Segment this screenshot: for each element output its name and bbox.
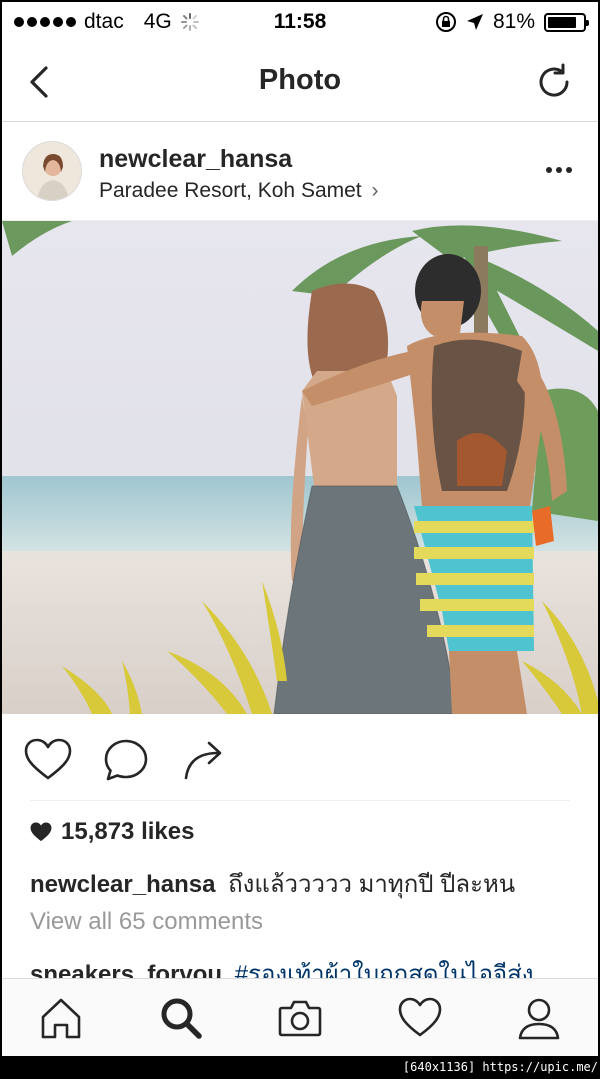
watermark: [640x1136] https://upic.me/ [402, 1060, 598, 1074]
comment-bubble-icon[interactable] [102, 738, 150, 782]
page-title: Photo [258, 64, 342, 96]
location-chevron-icon: › [371, 179, 379, 202]
location-label: Paradee Resort, Koh Samet [99, 179, 362, 202]
activity-heart-icon[interactable] [397, 995, 443, 1041]
rotation-lock-icon [435, 12, 456, 32]
post-caption: newclear_hansa ถึงแล้ววววว มาทุกปี ปีละห… [30, 864, 515, 903]
battery-percent: 81% [492, 10, 535, 33]
likes-count[interactable]: 15,873 likes [30, 818, 194, 846]
likes-label: 15,873 likes [61, 818, 195, 845]
battery-icon [544, 12, 589, 32]
post-username[interactable]: newclear_hansa [99, 145, 292, 174]
status-bar: dtac 4G 11:58 81% [2, 2, 598, 42]
like-heart-icon[interactable] [24, 738, 72, 782]
avatar[interactable] [22, 141, 82, 201]
post-photo[interactable] [2, 221, 598, 714]
nav-bar: Photo [2, 42, 598, 122]
post-location[interactable]: Paradee Resort, Koh Samet › [99, 179, 379, 203]
divider [30, 800, 570, 801]
app-frame: dtac 4G 11:58 81% Photo newclear_hansa P… [2, 2, 598, 1056]
refresh-icon[interactable] [534, 62, 574, 102]
search-icon[interactable] [158, 995, 204, 1041]
caption-username[interactable]: newclear_hansa [30, 871, 215, 898]
home-icon[interactable] [38, 995, 84, 1041]
view-all-comments-link[interactable]: View all 65 comments [30, 908, 263, 936]
post-header: newclear_hansa Paradee Resort, Koh Samet… [2, 123, 598, 221]
share-arrow-icon[interactable] [182, 738, 230, 782]
small-heart-icon [30, 822, 52, 842]
camera-icon[interactable] [277, 995, 323, 1041]
post-actions [2, 714, 598, 800]
profile-icon[interactable] [516, 995, 562, 1041]
location-arrow-icon [466, 14, 483, 30]
caption-text: ถึงแล้ววววว มาทุกปี ปีละหน [228, 871, 516, 898]
more-options-icon[interactable] [546, 167, 572, 173]
tab-bar [2, 978, 598, 1056]
